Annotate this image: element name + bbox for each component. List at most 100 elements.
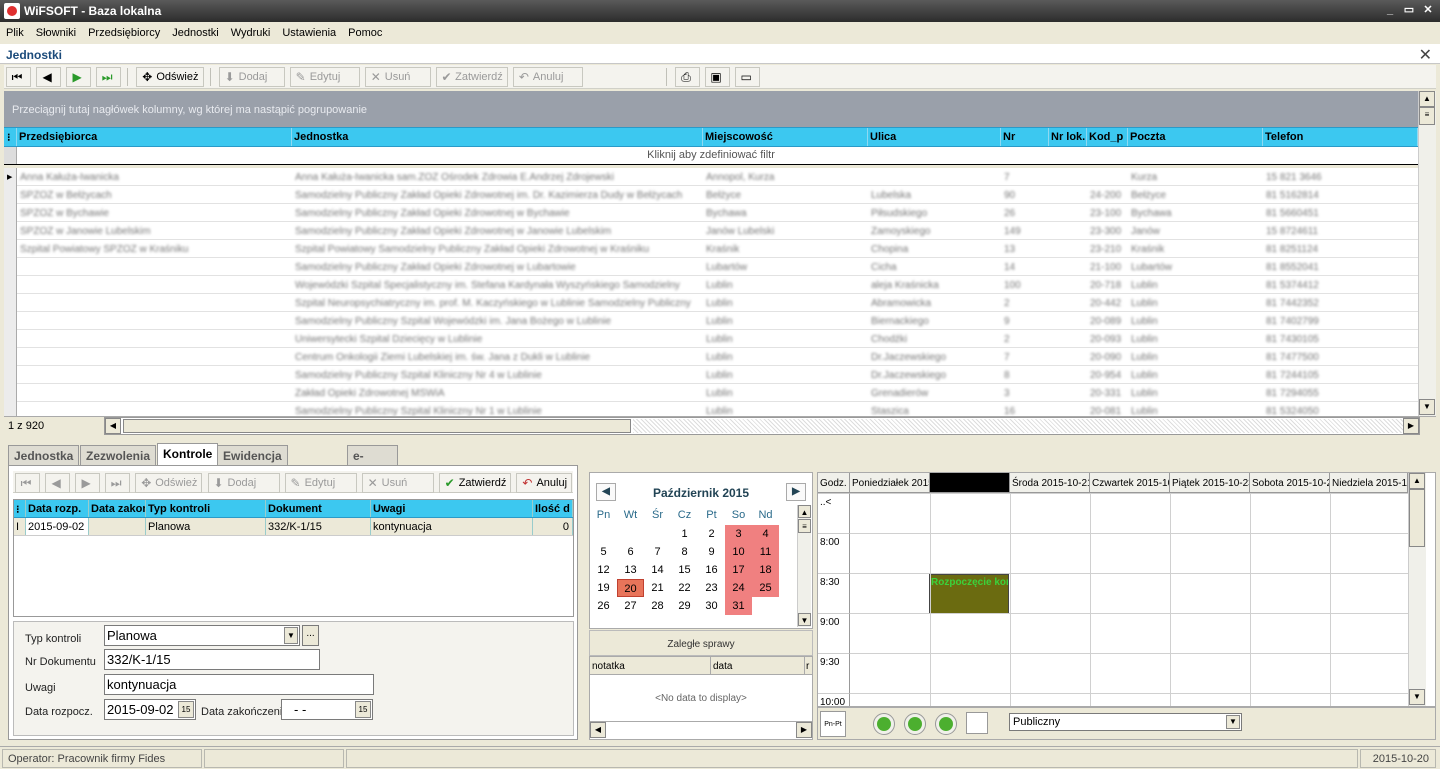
table-cell[interactable]: Lublin (703, 276, 868, 294)
cancel-button[interactable]: ↶ Anuluj (512, 67, 583, 87)
calendar-day[interactable]: 29 (671, 597, 698, 615)
table-cell[interactable]: 7 (1001, 168, 1049, 186)
calendar-day[interactable]: 22 (671, 579, 698, 597)
calendar-day[interactable]: 18 (752, 561, 779, 579)
scroll-left-button[interactable]: ◀ (105, 418, 121, 434)
table-cell[interactable]: 81 8552041 (1263, 258, 1363, 276)
calendar-day[interactable]: 15 (671, 561, 698, 579)
day-header-thursday[interactable]: Czwartek 2015-10 (1090, 473, 1170, 493)
scroll-up-button[interactable]: ▲ (1419, 91, 1435, 107)
day-header-sunday[interactable]: Niedziela 2015-10 (1330, 473, 1408, 493)
col-dokument[interactable]: Dokument (266, 500, 371, 517)
table-cell[interactable]: 20-089 (1087, 312, 1128, 330)
delete-button[interactable]: ✕ Usuń (364, 67, 431, 87)
calendar-day[interactable]: 11 (752, 543, 779, 561)
calendar-day[interactable]: 12 (590, 561, 617, 579)
table-cell[interactable]: Dr.Jaczewskiego (868, 366, 1001, 384)
table-cell[interactable]: Samodzielny Publiczny Zakład Opieki Zdro… (292, 258, 703, 276)
menu-wydruki[interactable]: Wydruki (225, 22, 277, 39)
table-cell[interactable] (1049, 348, 1087, 366)
table-cell[interactable]: 20-081 (1087, 402, 1128, 416)
table-cell[interactable]: 81 7402799 (1263, 312, 1363, 330)
filter-row[interactable]: Kliknij aby zdefiniować filtr (4, 147, 1418, 165)
table-cell[interactable]: Biernackiego (868, 312, 1001, 330)
calendar-day[interactable]: 5 (590, 543, 617, 561)
column-chooser-icon[interactable]: ⁝ (14, 500, 26, 517)
appointment[interactable]: Rozpoczęcie kontroli (929, 574, 1009, 614)
table-cell[interactable]: 2 (1001, 294, 1049, 312)
col-data[interactable]: data (713, 661, 732, 672)
table-cell[interactable]: 7 (1001, 348, 1049, 366)
menu-plik[interactable]: Plik (0, 22, 30, 39)
table-cell[interactable]: Samodzielny Publiczny Zakład Opieki Zdro… (292, 204, 703, 222)
hscroll-thumb[interactable] (123, 419, 631, 433)
table-row[interactable]: Samodzielny Publiczny Szpital Kliniczny … (4, 366, 1418, 384)
cell-data-rozp[interactable]: 2015-09-02 (26, 518, 89, 535)
table-cell[interactable] (1049, 312, 1087, 330)
edit-button[interactable]: ✎ Edytuj (289, 67, 360, 87)
table-cell[interactable]: SPZOZ w Janowie Lubelskim (17, 222, 292, 240)
notes-horizontal-scrollbar[interactable]: ◀ ▶ (590, 721, 812, 739)
col-przedsiebiorca[interactable]: Przedsiębiorca (17, 128, 292, 146)
scroll-thumb[interactable]: ≡ (1419, 107, 1435, 125)
calendar-day[interactable]: 24 (725, 579, 752, 597)
table-cell[interactable]: Dr.Jaczewskiego (868, 348, 1001, 366)
grid-horizontal-scrollbar[interactable]: ◀ ▶ (104, 417, 1420, 435)
uwagi-field[interactable]: kontynuacja (104, 674, 374, 695)
table-cell[interactable]: SPZOZ w Bychawie (17, 204, 292, 222)
table-cell[interactable]: Wojewódzki Szpital Specjalistyczny im. S… (292, 276, 703, 294)
tab-ewidencja-personelu[interactable]: Ewidencja personelu (217, 445, 288, 477)
nr-dokumentu-field[interactable]: 332/K-1/15 (104, 649, 320, 670)
table-cell[interactable]: 81 7442352 (1263, 294, 1363, 312)
col-ulica[interactable]: Ulica (868, 128, 1001, 146)
data-zakonczenia-field[interactable]: - - 15 (281, 699, 373, 720)
calendar-view-icon[interactable] (966, 712, 988, 734)
browse-button[interactable]: ... (302, 625, 319, 646)
table-cell[interactable]: Staszica (868, 402, 1001, 416)
scroll-thumb[interactable]: ≡ (798, 519, 811, 533)
table-row[interactable]: Zakład Opieki Zdrowotnej MSWiA Lublin Gren… (4, 384, 1418, 402)
workweek-view-button[interactable]: Pn-Pt (820, 711, 846, 737)
table-cell[interactable] (17, 402, 292, 416)
col-nr-lok[interactable]: Nr lok. (1049, 128, 1087, 146)
table-cell[interactable]: 81 5660451 (1263, 204, 1363, 222)
cell-ilosc[interactable]: 0 (533, 518, 573, 535)
col-uwagi[interactable]: Uwagi (371, 500, 533, 517)
table-cell[interactable] (1049, 222, 1087, 240)
col-notatka[interactable]: notatka (592, 661, 625, 672)
next-period-button[interactable] (935, 713, 957, 735)
table-row[interactable]: SPZOZ w Bełżycach Samodzielny Publiczny Z… (4, 186, 1418, 204)
table-cell[interactable]: Szpital Powiatowy Samodzielny Publiczny … (292, 240, 703, 258)
k-confirm-button[interactable]: ✔ Zatwierdź (438, 473, 512, 493)
table-cell[interactable]: 20-331 (1087, 384, 1128, 402)
table-row[interactable]: SPZOZ w Janowie Lubelskim Samodzielny Pub… (4, 222, 1418, 240)
k-last-button[interactable]: ⏭ (105, 473, 131, 493)
table-cell[interactable]: Lublin (1128, 294, 1263, 312)
table-cell[interactable]: Lublin (1128, 402, 1263, 416)
table-cell[interactable]: Lublin (703, 294, 868, 312)
table-cell[interactable]: 81 7244105 (1263, 366, 1363, 384)
scroll-left-button[interactable]: ◀ (590, 722, 606, 738)
table-cell[interactable]: Cicha (868, 258, 1001, 276)
tab-jednostka[interactable]: Jednostka (8, 445, 80, 465)
calendar-day[interactable]: 3 (725, 525, 752, 543)
k-prev-button[interactable]: ◀ (45, 473, 71, 493)
table-cell[interactable]: 81 7294055 (1263, 384, 1363, 402)
close-button[interactable]: ✕ (1420, 3, 1436, 18)
col-poczta[interactable]: Poczta (1128, 128, 1263, 146)
table-cell[interactable]: Lublin (703, 312, 868, 330)
table-row[interactable]: Szpital Powiatowy SPZOZ w Kraśniku Szpita… (4, 240, 1418, 258)
table-row[interactable]: Wojewódzki Szpital Specjalistyczny im. S… (4, 276, 1418, 294)
table-cell[interactable]: Samodzielny Publiczny Zakład Opieki Zdro… (292, 186, 703, 204)
calendar-day[interactable]: 26 (590, 597, 617, 615)
table-cell[interactable]: Lubelska (868, 186, 1001, 204)
refresh-button[interactable]: ✥ Odśwież (136, 67, 204, 87)
table-cell[interactable]: Samodzielny Publiczny Zakład Opieki Zdro… (292, 222, 703, 240)
table-cell[interactable]: Chodźki (868, 330, 1001, 348)
table-cell[interactable]: 2 (1001, 330, 1049, 348)
col-nr[interactable]: Nr (1001, 128, 1049, 146)
col-telefon[interactable]: Telefon (1263, 128, 1418, 146)
table-cell[interactable]: Kraśnik (703, 240, 868, 258)
table-cell[interactable]: Kurza (1128, 168, 1263, 186)
scroll-down-button[interactable]: ▼ (798, 613, 811, 626)
